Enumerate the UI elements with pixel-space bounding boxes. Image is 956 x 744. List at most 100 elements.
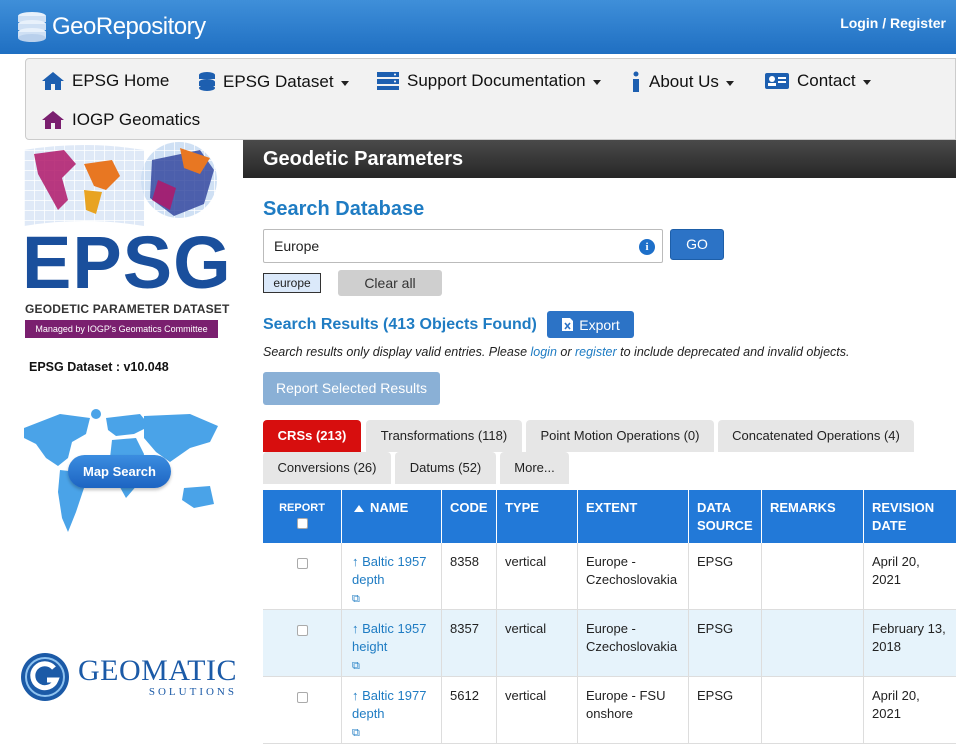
tab-concatenated-operations[interactable]: Concatenated Operations (4) (718, 420, 914, 452)
nav-support-documentation[interactable]: Support Documentation (376, 71, 601, 91)
type-cell: vertical (497, 543, 578, 610)
code-cell: 5612 (442, 677, 497, 744)
name-link[interactable]: Baltic 1977 depth (352, 688, 426, 721)
nav-label: IOGP Geomatics (72, 110, 201, 129)
brand-name: GeoRepository (52, 13, 206, 40)
tab-transformations[interactable]: Transformations (118) (366, 420, 522, 452)
remarks-cell (762, 543, 864, 610)
sidebar: EPSG GEODETIC PARAMETER DATASET Managed … (0, 140, 243, 741)
georepository-logo[interactable]: GeoRepository (14, 10, 206, 44)
column-header-type[interactable]: TYPE (497, 490, 578, 543)
server-icon (376, 71, 400, 91)
extent-cell: Europe - Czechoslovakia (578, 543, 689, 610)
search-tag[interactable]: europe (263, 273, 321, 293)
server-stack-icon (18, 12, 46, 42)
column-header-code[interactable]: CODE (442, 490, 497, 543)
column-header-name[interactable]: NAME (342, 490, 442, 543)
map-search-button[interactable]: Map Search (68, 455, 171, 488)
geomatic-solutions-logo[interactable]: GEOMATIC SOLUTIONS (20, 652, 237, 702)
up-arrow-icon: ↑ (352, 554, 363, 569)
column-header-data-source[interactable]: DATA SOURCE (689, 490, 762, 543)
up-arrow-icon: ↑ (352, 688, 363, 703)
revision-date-cell: April 20, 2021 (872, 688, 920, 721)
chevron-down-icon (592, 79, 601, 85)
contact-card-icon (764, 71, 790, 91)
login-link[interactable]: login (531, 345, 557, 359)
nav-contact[interactable]: Contact (764, 71, 871, 91)
type-cell: vertical (497, 610, 578, 677)
search-input[interactable] (263, 229, 663, 263)
up-arrow-icon: ↑ (352, 621, 363, 636)
main-navbar: EPSG Home EPSG Dataset Support Documenta… (25, 58, 956, 140)
report-cell (263, 610, 342, 677)
nav-epsg-home[interactable]: EPSG Home (41, 71, 169, 91)
select-all-checkbox[interactable] (296, 518, 308, 529)
external-link-icon[interactable]: ⧉ (352, 660, 360, 672)
name-link[interactable]: Baltic 1957 depth (352, 554, 426, 587)
chevron-down-icon (725, 80, 734, 86)
remarks-cell (762, 610, 864, 677)
report-cell (263, 677, 342, 744)
page-title: Geodetic Parameters (243, 140, 956, 178)
table-row: ↑ Baltic 1957 height ⧉ 8357 vertical Euro… (263, 610, 956, 677)
home-icon (41, 71, 65, 91)
report-cell (263, 543, 342, 610)
register-link[interactable]: register (575, 345, 617, 359)
tab-datums[interactable]: Datums (52) (395, 452, 496, 484)
top-bar: GeoRepository Login / Register (0, 0, 956, 54)
column-header-report: REPORT (263, 490, 342, 543)
go-button[interactable]: GO (670, 229, 724, 260)
row-checkbox[interactable] (296, 692, 308, 703)
logo-subtitle: GEODETIC PARAMETER DATASET (25, 302, 230, 316)
tab-conversions[interactable]: Conversions (26) (263, 452, 391, 484)
nav-label: Contact (797, 71, 856, 90)
solutions-text: SOLUTIONS (148, 686, 237, 698)
export-button[interactable]: Export (547, 311, 634, 338)
logo-managed-by: Managed by IOGP's Geomatics Committee (25, 320, 218, 338)
revision-date-cell: April 20, 2021 (872, 554, 920, 587)
chevron-down-icon (340, 80, 349, 86)
name-link[interactable]: Baltic 1957 height (352, 621, 426, 654)
nav-iogp-geomatics[interactable]: IOGP Geomatics (41, 110, 200, 130)
clear-all-button[interactable]: Clear all (338, 270, 442, 296)
note-text: or (556, 345, 575, 359)
tab-more[interactable]: More... (500, 452, 569, 484)
nav-label: Support Documentation (407, 71, 586, 90)
info-icon[interactable]: i (639, 239, 655, 255)
dataset-version: EPSG Dataset : v10.048 (29, 360, 169, 374)
login-register-link[interactable]: Login / Register (840, 15, 946, 31)
remarks-cell (762, 677, 864, 744)
source-cell: EPSG (689, 543, 762, 610)
info-icon (630, 71, 642, 93)
external-link-icon[interactable]: ⧉ (352, 593, 360, 605)
column-header-extent[interactable]: EXTENT (578, 490, 689, 543)
type-cell: vertical (497, 677, 578, 744)
nav-about-us[interactable]: About Us (630, 71, 734, 93)
extent-cell: Europe - FSU onshore (578, 677, 689, 744)
excel-file-icon (562, 318, 574, 331)
nav-label: EPSG Dataset (223, 72, 334, 91)
code-cell: 8357 (442, 610, 497, 677)
name-cell: ↑ Baltic 1957 height ⧉ (342, 610, 442, 677)
world-grid-logo (24, 142, 217, 226)
table-row: ↑ Baltic 1977 depth ⧉ 5612 vertical Europ… (263, 677, 956, 744)
name-cell: ↑ Baltic 1977 depth ⧉ (342, 677, 442, 744)
table-header: REPORT NAME CODE TYPE EXTENT DATA SOURCE… (263, 490, 956, 543)
row-checkbox[interactable] (296, 558, 308, 569)
home-icon (41, 110, 65, 130)
column-header-remarks[interactable]: REMARKS (762, 490, 864, 543)
geomatic-globe-icon (21, 653, 69, 701)
report-selected-results-button[interactable]: Report Selected Results (263, 372, 440, 405)
row-checkbox[interactable] (296, 625, 308, 636)
external-link-icon[interactable]: ⧉ (352, 727, 360, 739)
table-row: ↑ Baltic 1957 depth ⧉ 8358 vertical Europ… (263, 543, 956, 610)
column-header-revision-date[interactable]: REVISION DATE (864, 490, 956, 543)
nav-epsg-dataset[interactable]: EPSG Dataset (198, 71, 349, 93)
epsg-logo-text: EPSG (22, 221, 232, 304)
tab-point-motion-operations[interactable]: Point Motion Operations (0) (526, 420, 714, 452)
results-note: Search results only display valid entrie… (263, 345, 849, 359)
name-cell: ↑ Baltic 1957 depth ⧉ (342, 543, 442, 610)
tab-crss[interactable]: CRSs (213) (263, 420, 361, 452)
revision-date-cell: February 13, 2018 (872, 621, 946, 654)
extent-cell: Europe - Czechoslovakia (578, 610, 689, 677)
